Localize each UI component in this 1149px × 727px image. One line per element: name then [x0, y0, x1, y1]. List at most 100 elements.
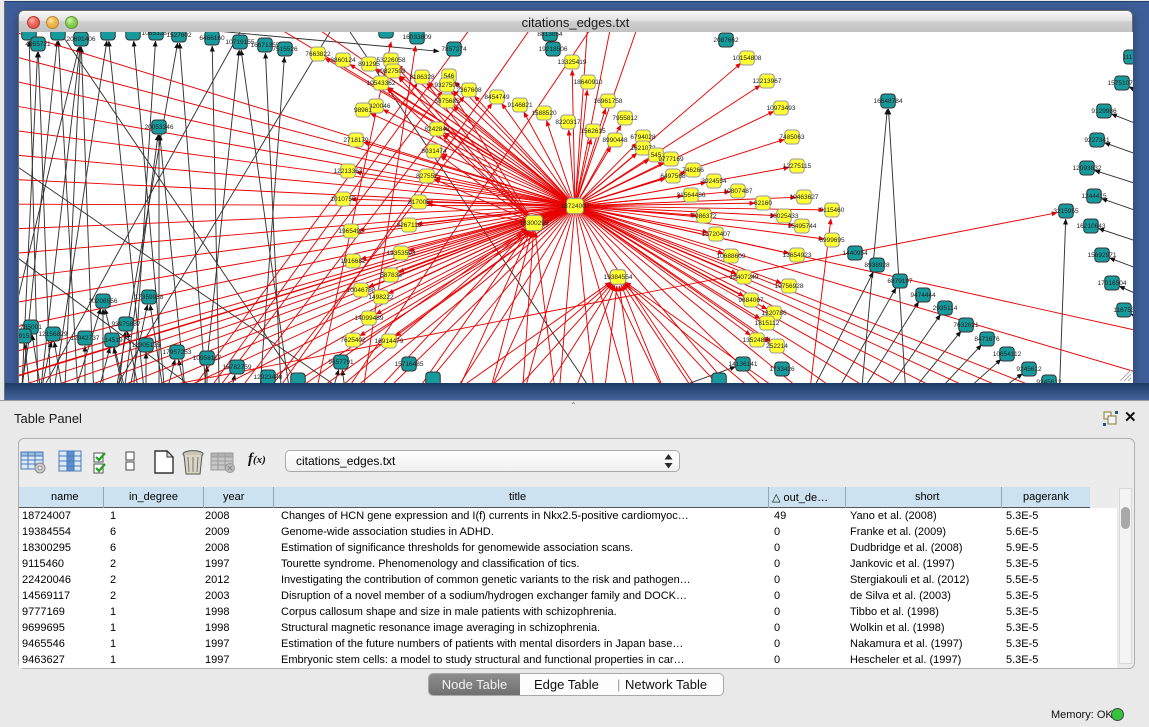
- svg-text:1588520: 1588520: [531, 110, 557, 117]
- svg-text:6466160: 6466160: [199, 35, 225, 42]
- svg-text:15720407: 15720407: [702, 231, 731, 238]
- svg-text:16648784: 16648784: [874, 98, 903, 105]
- svg-text:13325419: 13325419: [558, 59, 587, 66]
- svg-text:10463627: 10463627: [790, 194, 819, 201]
- svg-text:16210643: 16210643: [1077, 223, 1106, 230]
- svg-text:8454749: 8454749: [484, 94, 510, 101]
- svg-text:12093832: 12093832: [1073, 165, 1102, 172]
- svg-text:8220317: 8220317: [555, 119, 581, 126]
- svg-text:12275115: 12275115: [783, 163, 812, 170]
- svg-text:1916682: 1916682: [340, 258, 366, 265]
- svg-text:10688609: 10688609: [717, 253, 746, 260]
- svg-text:7857274: 7857274: [441, 46, 467, 53]
- svg-text:14136141: 14136141: [729, 361, 758, 368]
- svg-text:39151: 39151: [19, 333, 33, 340]
- svg-text:9129986: 9129986: [1091, 108, 1117, 115]
- svg-text:12923448: 12923448: [254, 374, 283, 381]
- svg-text:9474444: 9474444: [910, 292, 936, 299]
- svg-text:817008: 817008: [408, 199, 430, 206]
- svg-text:2718179: 2718179: [343, 137, 369, 144]
- svg-text:116753: 116753: [1113, 307, 1133, 314]
- svg-text:98961: 98961: [354, 107, 372, 114]
- svg-text:10154808: 10154808: [733, 55, 762, 62]
- svg-text:9884067: 9884067: [738, 297, 764, 304]
- svg-text:2087662: 2087662: [713, 37, 739, 44]
- svg-text:7515526: 7515526: [272, 46, 298, 53]
- svg-text:3024554: 3024554: [701, 178, 727, 185]
- svg-text:13353593: 13353593: [387, 250, 416, 257]
- svg-text:15751074: 15751074: [1108, 80, 1133, 87]
- svg-text:18300295: 18300295: [520, 220, 549, 227]
- svg-text:10958117: 10958117: [193, 355, 222, 362]
- svg-text:16782759: 16782759: [223, 364, 252, 371]
- svg-text:19756928: 19756928: [775, 283, 804, 290]
- svg-text:15692971: 15692971: [1088, 252, 1117, 259]
- svg-text:8860124: 8860124: [330, 57, 356, 64]
- svg-text:6879197: 6879197: [887, 278, 913, 285]
- svg-text:12213967: 12213967: [753, 78, 782, 85]
- svg-text:17016504: 17016504: [1098, 280, 1127, 287]
- svg-text:9827509: 9827509: [380, 68, 406, 75]
- svg-text:1010755: 1010755: [330, 196, 356, 203]
- svg-text:19218506: 19218506: [539, 46, 568, 53]
- svg-text:20053346: 20053346: [145, 124, 174, 131]
- svg-text:20206556: 20206556: [89, 298, 118, 305]
- svg-text:15716485: 15716485: [395, 361, 424, 368]
- svg-text:7955812: 7955812: [612, 115, 638, 122]
- svg-text:14099489: 14099489: [355, 315, 384, 322]
- svg-text:827552: 827552: [416, 173, 438, 180]
- svg-text:62160: 62160: [754, 200, 772, 207]
- svg-text:3267110: 3267110: [397, 222, 422, 229]
- svg-text:9777169: 9777169: [658, 156, 684, 163]
- svg-text:252214: 252214: [766, 343, 788, 350]
- svg-text:93975887: 93975887: [112, 321, 141, 328]
- svg-text:1527602: 1527602: [166, 32, 192, 39]
- svg-text:5875685: 5875685: [434, 98, 460, 105]
- svg-text:10654112: 10654112: [993, 351, 1022, 358]
- svg-text:8938928: 8938928: [864, 262, 890, 269]
- svg-text:13654923: 13654923: [783, 252, 812, 259]
- svg-text:8242848: 8242848: [424, 126, 450, 133]
- svg-text:9115460: 9115460: [820, 207, 845, 214]
- svg-text:18407249: 18407249: [730, 274, 759, 281]
- svg-text:8031474: 8031474: [421, 148, 447, 155]
- svg-text:10025433: 10025433: [770, 213, 799, 220]
- svg-text:19384554: 19384554: [604, 274, 633, 281]
- svg-text:1440954: 1440954: [842, 250, 868, 257]
- svg-text:9245612: 9245612: [1016, 366, 1042, 373]
- svg-text:12213363: 12213363: [334, 168, 363, 175]
- svg-text:6999695: 6999695: [819, 237, 845, 244]
- svg-text:16914479: 16914479: [375, 338, 404, 345]
- svg-text:3215955: 3215955: [1053, 208, 1079, 215]
- svg-text:7632621: 7632621: [953, 322, 979, 329]
- svg-text:8186328: 8186328: [409, 74, 435, 81]
- svg-text:6497568: 6497568: [660, 173, 686, 180]
- svg-text:8990448: 8990448: [602, 137, 628, 144]
- svg-text:1965493: 1965493: [338, 228, 364, 235]
- svg-text:2935114: 2935114: [933, 305, 958, 312]
- svg-text:6794028: 6794028: [630, 134, 656, 141]
- svg-text:12942737: 12942737: [71, 335, 100, 342]
- svg-text:587833: 587833: [380, 272, 402, 279]
- svg-text:11172: 11172: [1122, 54, 1133, 61]
- svg-text:10807487: 10807487: [724, 188, 753, 195]
- svg-text:7625402: 7625402: [340, 337, 366, 344]
- svg-text:1815112: 1815112: [755, 320, 780, 327]
- svg-text:18640910: 18640910: [574, 79, 603, 86]
- svg-text:1244415: 1244415: [1081, 193, 1107, 200]
- svg-text:9657791: 9657791: [328, 359, 354, 366]
- svg-text:18724007: 18724007: [561, 203, 590, 210]
- svg-text:1498222: 1498222: [368, 294, 394, 301]
- svg-text:1733426: 1733426: [769, 366, 795, 373]
- svg-text:114519: 114519: [101, 337, 123, 344]
- svg-text:2367608: 2367608: [456, 87, 482, 94]
- svg-text:10973493: 10973493: [767, 105, 796, 112]
- svg-text:8471676: 8471676: [974, 336, 1000, 343]
- svg-text:10046788: 10046788: [347, 287, 376, 294]
- svg-text:9227341: 9227341: [1084, 137, 1110, 144]
- svg-text:20691406: 20691406: [67, 36, 96, 43]
- svg-text:12905135: 12905135: [132, 342, 161, 349]
- svg-text:15495744: 15495744: [788, 223, 817, 230]
- svg-text:9146821: 9146821: [507, 102, 533, 109]
- svg-text:7663822: 7663822: [305, 51, 331, 58]
